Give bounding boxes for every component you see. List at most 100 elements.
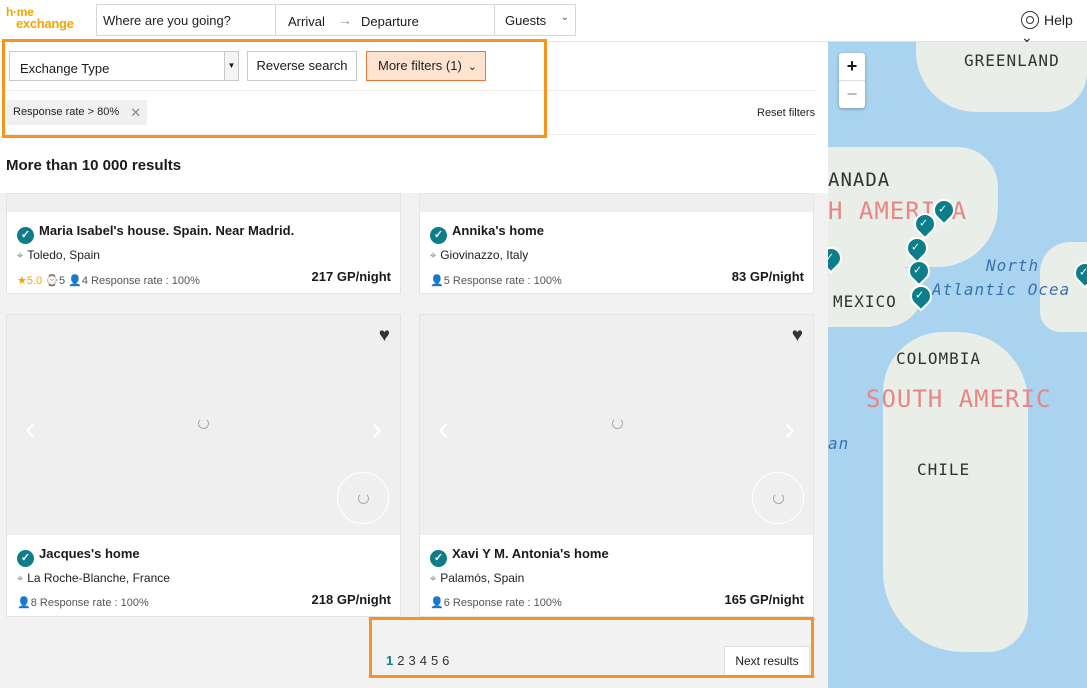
chevron-right-icon[interactable]: › <box>784 410 795 447</box>
map-label-colombia: COLOMBIA <box>896 349 982 368</box>
arrow-right-icon: → <box>338 12 352 28</box>
departure-field[interactable]: Departure <box>361 14 419 29</box>
exchange-type-label: Exchange Type <box>20 61 110 76</box>
listing-title[interactable]: ✓ Xavi Y M. Antonia's home <box>430 546 609 567</box>
guests-label: Guests <box>505 13 547 28</box>
loading-spinner-icon <box>198 418 209 429</box>
destination-search-input[interactable]: Where are you going? <box>96 4 276 36</box>
listing-card[interactable]: ✓ Annika's home ⌖ Giovinazzo, Italy 👤5 Res… <box>419 193 814 294</box>
results-list: ✓ Maria Isabel's house. Spain. Near Madri… <box>0 193 828 688</box>
more-filters-button[interactable]: More filters (1) ⌄ <box>366 51 486 81</box>
reset-filters-link[interactable]: Reset filters <box>757 107 815 119</box>
loading-spinner-icon <box>773 493 784 504</box>
filters-divider-bottom <box>6 134 816 135</box>
listing-card[interactable]: ♥ ‹ › ✓ Xavi Y M. Antonia's home ⌖ Palamós… <box>419 314 814 617</box>
listing-card[interactable]: ♥ ‹ › ✓ Jacques's home ⌖ La Roche-Blanche,… <box>6 314 401 617</box>
help-menu[interactable]: Help ⌄ <box>1021 11 1087 46</box>
pagination: 123456 <box>386 653 453 668</box>
page-link[interactable]: 1 <box>386 653 397 668</box>
map-label-chile: CHILE <box>917 460 971 479</box>
heart-icon[interactable]: ♥ <box>792 325 803 347</box>
listing-location: ⌖ Toledo, Spain <box>17 248 100 262</box>
listing-location: ⌖ Giovinazzo, Italy <box>430 248 529 262</box>
remove-filter-icon[interactable]: ✕ <box>130 100 141 125</box>
loading-spinner-icon <box>358 493 369 504</box>
verified-check-icon: ✓ <box>430 550 447 567</box>
active-filter-label: Response rate > 80% <box>13 106 120 118</box>
zoom-out-button[interactable]: − <box>839 80 865 107</box>
date-range-picker[interactable]: Arrival → Departure <box>276 4 495 36</box>
more-filters-label: More filters (1) <box>378 58 462 73</box>
listing-image <box>420 194 813 212</box>
listing-location: ⌖ Palamós, Spain <box>430 571 525 585</box>
location-pin-icon: ⌖ <box>17 250 24 262</box>
results-map[interactable]: + − GREENLAND ANADA H AMERICA North Atla… <box>828 42 1087 688</box>
star-icon: ★ <box>17 275 27 287</box>
page-link[interactable]: 3 <box>408 653 419 668</box>
listing-title[interactable]: ✓ Maria Isabel's house. Spain. Near Madri… <box>17 223 294 244</box>
listing-title[interactable]: ✓ Annika's home <box>430 223 544 244</box>
top-header: h·me exchange Where are you going? Arriv… <box>0 0 1087 45</box>
location-pin-icon: ⌖ <box>430 573 437 585</box>
person-icon: 👤 <box>430 597 444 609</box>
map-label-north-atlantic-2: Atlantic Ocea <box>932 280 1071 299</box>
map-label-mexico: MEXICO <box>833 292 897 311</box>
arrival-field[interactable]: Arrival <box>288 14 325 29</box>
page-link[interactable]: 4 <box>420 653 431 668</box>
verified-check-icon: ✓ <box>17 550 34 567</box>
results-count: More than 10 000 results <box>6 157 182 174</box>
exchange-type-select[interactable]: Exchange Type ▼ <box>9 51 239 81</box>
circle-button[interactable] <box>752 472 804 524</box>
map-label-pacific: an <box>828 434 850 453</box>
location-pin-icon: ⌖ <box>430 250 437 262</box>
listing-price: 165 GP/night <box>724 592 804 607</box>
circle-button[interactable] <box>337 472 389 524</box>
chevron-right-icon[interactable]: › <box>371 410 382 447</box>
listing-image: ♥ ‹ › <box>420 315 813 535</box>
map-label-north-atlantic-1: North <box>986 256 1040 275</box>
listing-image: ♥ ‹ › <box>7 315 400 535</box>
filters-divider <box>6 90 816 91</box>
listing-image <box>7 194 400 212</box>
listing-meta: 👤8 Response rate : 100% <box>17 597 149 609</box>
page-link[interactable]: 5 <box>431 653 442 668</box>
reviews-icon: ⌚ <box>45 275 59 287</box>
destination-placeholder: Where are you going? <box>103 13 231 28</box>
loading-spinner-icon <box>612 418 623 429</box>
guests-select[interactable]: Guests ⌄ <box>494 4 576 36</box>
listing-price: 218 GP/night <box>311 592 391 607</box>
listing-meta: ★5.0 ⌚5 👤4 Response rate : 100% <box>17 275 200 287</box>
listing-location: ⌖ La Roche-Blanche, France <box>17 571 170 585</box>
lifebuoy-icon <box>1021 11 1039 29</box>
heart-icon[interactable]: ♥ <box>379 325 390 347</box>
dropdown-arrow-icon: ▼ <box>224 52 238 80</box>
chevron-left-icon[interactable]: ‹ <box>25 410 36 447</box>
zoom-in-button[interactable]: + <box>839 53 865 80</box>
listing-price: 217 GP/night <box>311 269 391 284</box>
chevron-down-icon: ⌄ <box>560 12 569 23</box>
map-land-south-america <box>883 332 1028 652</box>
chevron-down-icon: ⌄ <box>467 61 478 73</box>
active-filter-tag: Response rate > 80% ✕ <box>7 100 148 125</box>
listing-card[interactable]: ✓ Maria Isabel's house. Spain. Near Madri… <box>6 193 401 294</box>
listing-title[interactable]: ✓ Jacques's home <box>17 546 140 567</box>
person-icon: 👤 <box>68 275 82 287</box>
homeexchange-logo[interactable]: h·me exchange <box>6 6 86 33</box>
page-link[interactable]: 2 <box>397 653 408 668</box>
person-icon: 👤 <box>17 597 31 609</box>
location-pin-icon: ⌖ <box>17 573 24 585</box>
next-results-button[interactable]: Next results <box>724 646 810 676</box>
listing-price: 83 GP/night <box>731 269 804 284</box>
help-label: Help <box>1044 12 1073 28</box>
page-link[interactable]: 6 <box>442 653 453 668</box>
map-label-south-america: SOUTH AMERIC <box>866 385 1052 413</box>
reverse-search-button[interactable]: Reverse search <box>247 51 357 81</box>
person-icon: 👤 <box>430 275 444 287</box>
chevron-left-icon[interactable]: ‹ <box>438 410 449 447</box>
listing-meta: 👤5 Response rate : 100% <box>430 275 562 287</box>
map-zoom-control: + − <box>839 53 865 108</box>
map-label-greenland: GREENLAND <box>964 51 1060 70</box>
map-label-canada: ANADA <box>828 169 891 191</box>
verified-check-icon: ✓ <box>17 227 34 244</box>
logo-line2: exchange <box>16 16 74 31</box>
